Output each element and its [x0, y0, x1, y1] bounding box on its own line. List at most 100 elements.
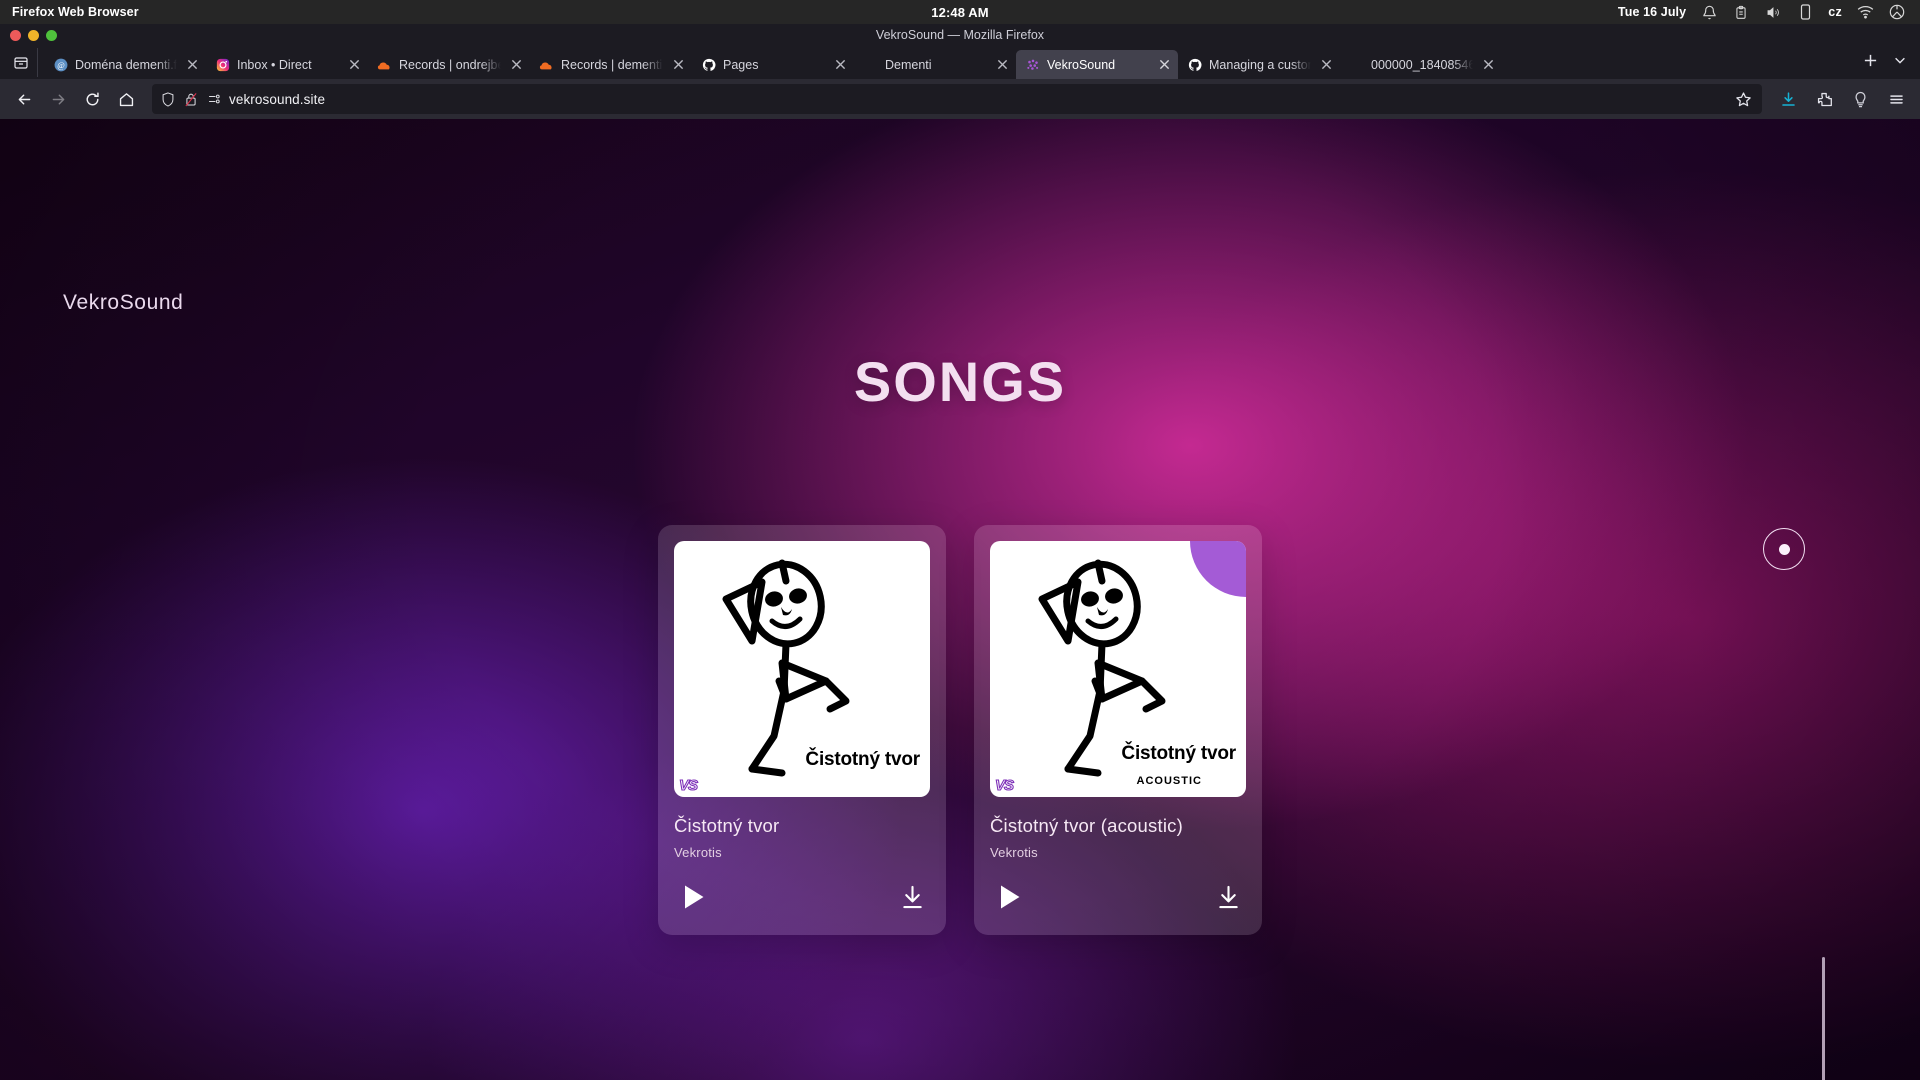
instagram-icon	[215, 57, 230, 72]
window-title-bar: VekroSound — Mozilla Firefox	[0, 24, 1920, 46]
forward-button[interactable]	[42, 83, 74, 115]
github-icon	[701, 57, 716, 72]
browser-tab[interactable]: Inbox • Direct	[206, 50, 368, 79]
song-card[interactable]: Čistotný tvor VS Čistotný tvor Vekrotis	[658, 525, 946, 935]
album-art: Čistotný tvor ACOUSTIC VS	[990, 541, 1246, 797]
song-artist: Vekrotis	[674, 845, 722, 860]
cursor-dot	[1778, 543, 1790, 555]
keyboard-layout-indicator[interactable]: cz	[1828, 5, 1842, 19]
page-title: SONGS	[853, 350, 1067, 413]
browser-tab-active[interactable]: VekroSound	[1016, 50, 1178, 79]
system-menu-icon[interactable]	[1888, 3, 1906, 21]
album-art-title: Čistotný tvor	[1121, 743, 1236, 764]
custom-cursor	[1763, 528, 1805, 570]
shield-icon[interactable]	[160, 91, 176, 107]
tab-label: Records | ondrejberan.	[399, 57, 501, 72]
song-artist: Vekrotis	[990, 845, 1038, 860]
home-button[interactable]	[110, 83, 142, 115]
album-art-title: Čistotný tvor	[805, 749, 920, 770]
browser-tab[interactable]: Records | ondrejberan.	[368, 50, 530, 79]
play-button[interactable]	[682, 884, 706, 915]
scroll-progress-indicator[interactable]	[1822, 957, 1825, 1080]
site-logo[interactable]: VekroSound	[63, 291, 183, 315]
browser-tab[interactable]: 000000_184085462_kdpr	[1340, 50, 1502, 79]
navigation-toolbar: vekrosound.site	[0, 79, 1920, 119]
svg-text:@: @	[57, 60, 65, 69]
cloud-icon	[377, 57, 392, 72]
close-icon[interactable]	[1318, 57, 1334, 73]
extensions-icon[interactable]	[1808, 83, 1840, 115]
browser-tab[interactable]: Records | dementi.fun	[530, 50, 692, 79]
toolbar-actions	[1772, 83, 1912, 115]
blank-icon	[863, 57, 878, 72]
cloud-icon	[539, 57, 554, 72]
window-title-text: VekroSound — Mozilla Firefox	[875, 28, 1045, 42]
reload-button[interactable]	[76, 83, 108, 115]
clipboard-icon[interactable]	[1732, 3, 1750, 21]
tab-label: Dementi	[885, 57, 932, 72]
new-tab-button[interactable]	[1856, 47, 1884, 73]
song-card-list: Čistotný tvor VS Čistotný tvor Vekrotis	[0, 525, 1920, 935]
song-title: Čistotný tvor (acoustic)	[990, 815, 1183, 836]
download-button[interactable]	[1217, 885, 1240, 915]
close-icon[interactable]	[1480, 57, 1496, 73]
close-icon[interactable]	[508, 57, 524, 73]
permissions-icon[interactable]	[206, 91, 222, 107]
window-maximize-button[interactable]	[46, 29, 57, 41]
album-art-subtitle: ACOUSTIC	[1136, 775, 1202, 787]
lock-broken-icon[interactable]	[183, 91, 199, 107]
account-icon[interactable]	[1844, 83, 1876, 115]
vekrosound-icon	[1025, 57, 1040, 72]
url-bar[interactable]: vekrosound.site	[152, 84, 1762, 114]
hamburger-menu-icon[interactable]	[1880, 83, 1912, 115]
bell-icon[interactable]	[1700, 3, 1718, 21]
firefox-view-button[interactable]	[4, 48, 38, 77]
os-date: Tue 16 July	[1617, 5, 1687, 19]
tab-label: Pages	[723, 57, 759, 72]
close-icon[interactable]	[184, 57, 200, 73]
tab-label: Doména dementi.fun -	[75, 57, 177, 72]
browser-tab[interactable]: Managing a custom do	[1178, 50, 1340, 79]
tab-label: Inbox • Direct	[237, 57, 312, 72]
url-text[interactable]: vekrosound.site	[229, 92, 1725, 107]
tab-label: 000000_184085462_kdpr	[1371, 57, 1473, 72]
tab-label: Managing a custom do	[1209, 57, 1311, 72]
close-icon[interactable]	[994, 57, 1010, 73]
browser-tab[interactable]: Pages	[692, 50, 854, 79]
vekrosound-badge: VS	[678, 776, 698, 794]
tab-list: @ Doména dementi.fun - Inbox • Direct Re…	[44, 48, 1852, 79]
github-icon	[1187, 57, 1202, 72]
album-art: Čistotný tvor VS	[674, 541, 930, 797]
close-icon[interactable]	[670, 57, 686, 73]
song-card-actions	[990, 884, 1246, 915]
tab-label: VekroSound	[1047, 57, 1116, 72]
browser-tab[interactable]: @ Doména dementi.fun -	[44, 50, 206, 79]
web-page-content: VekroSound SONGS Čistotný tvor VS Čistot…	[0, 119, 1920, 1080]
tab-strip: @ Doména dementi.fun - Inbox • Direct Re…	[0, 46, 1920, 79]
vekrosound-badge: VS	[994, 776, 1014, 794]
at-sign-icon: @	[53, 57, 68, 72]
close-icon[interactable]	[1156, 57, 1172, 73]
play-button[interactable]	[998, 884, 1022, 915]
song-card-actions	[674, 884, 930, 915]
window-close-button[interactable]	[10, 29, 21, 41]
downloads-icon[interactable]	[1772, 83, 1804, 115]
back-button[interactable]	[8, 83, 40, 115]
phone-icon[interactable]	[1796, 3, 1814, 21]
close-icon[interactable]	[346, 57, 362, 73]
os-top-bar: Firefox Web Browser 12:48 AM Tue 16 July…	[0, 0, 1920, 24]
song-card[interactable]: Čistotný tvor ACOUSTIC VS Čistotný tvor …	[974, 525, 1262, 935]
window-minimize-button[interactable]	[28, 29, 39, 41]
blank-icon	[1349, 57, 1364, 72]
wifi-icon[interactable]	[1856, 3, 1874, 21]
star-icon[interactable]	[1732, 88, 1754, 110]
volume-icon[interactable]	[1764, 3, 1782, 21]
os-active-app-name: Firefox Web Browser	[12, 5, 139, 19]
os-tray: Tue 16 July cz	[1618, 3, 1920, 21]
tab-label: Records | dementi.fun	[561, 57, 663, 72]
download-button[interactable]	[901, 885, 924, 915]
tab-strip-controls	[1852, 47, 1914, 79]
close-icon[interactable]	[832, 57, 848, 73]
browser-tab[interactable]: Dementi	[854, 50, 1016, 79]
list-all-tabs-button[interactable]	[1886, 47, 1914, 73]
